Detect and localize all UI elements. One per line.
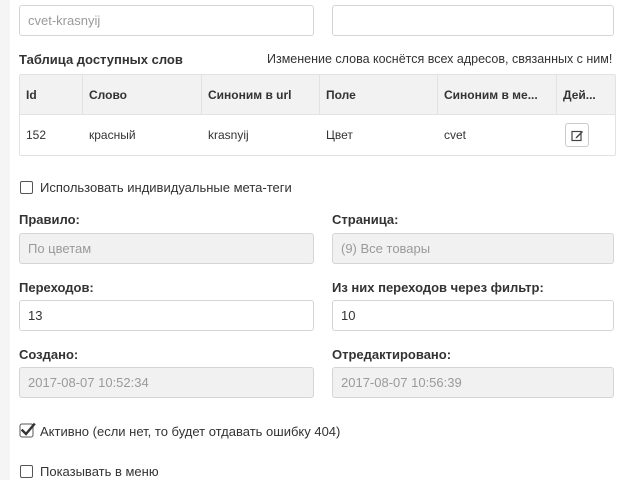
visits-label: Переходов: xyxy=(19,280,94,295)
column-header-field[interactable]: Поле xyxy=(320,75,438,115)
created-label: Создано: xyxy=(19,347,79,362)
filter-visits-input[interactable]: 10 xyxy=(332,300,614,331)
meta-tags-checkbox[interactable] xyxy=(20,181,33,194)
table-notice: Изменение слова коснётся всех адресов, с… xyxy=(267,52,613,66)
second-input[interactable] xyxy=(332,5,614,36)
table-header: Id Слово Синоним в url Поле Синоним в ме… xyxy=(20,75,615,115)
meta-tags-label: Использовать индивидуальные мета-теги xyxy=(40,180,292,195)
rule-input[interactable]: По цветам xyxy=(19,233,314,264)
created-input[interactable]: 2017-08-07 10:52:34 xyxy=(19,367,314,398)
column-header-url-synonym[interactable]: Синоним в url xyxy=(202,75,320,115)
page-input[interactable]: (9) Все товары xyxy=(332,233,614,264)
filter-visits-label: Из них переходов через фильтр: xyxy=(332,280,544,295)
url-input[interactable]: cvet-krasnyij xyxy=(19,5,314,36)
visits-input[interactable]: 13 xyxy=(19,300,314,331)
active-label: Активно (если нет, то будет отдавать оши… xyxy=(40,424,341,439)
cell-meta-synonym: cvet xyxy=(444,128,467,142)
edited-input[interactable]: 2017-08-07 10:56:39 xyxy=(332,367,614,398)
show-in-menu-label: Показывать в меню xyxy=(40,464,159,479)
table-title: Таблица доступных слов xyxy=(19,52,183,67)
checkmark-icon xyxy=(19,422,36,438)
rule-label: Правило: xyxy=(19,212,80,227)
page-label: Страница: xyxy=(332,212,399,227)
show-in-menu-checkbox[interactable] xyxy=(20,465,33,478)
column-header-word[interactable]: Слово xyxy=(83,75,202,115)
column-header-actions[interactable]: Дей... xyxy=(557,75,615,115)
cell-id: 152 xyxy=(26,128,47,142)
column-header-meta-synonym[interactable]: Синоним в ме... xyxy=(438,75,557,115)
edit-icon xyxy=(571,130,583,142)
edit-row-button[interactable] xyxy=(565,123,589,147)
cell-word: красный xyxy=(89,128,136,142)
active-checkbox[interactable] xyxy=(19,422,36,438)
column-header-id[interactable]: Id xyxy=(20,75,83,115)
edited-label: Отредактировано: xyxy=(332,347,452,362)
cell-url-synonym: krasnyij xyxy=(208,128,249,142)
words-table: Id Слово Синоним в url Поле Синоним в ме… xyxy=(19,74,616,156)
cell-field: Цвет xyxy=(326,128,353,142)
